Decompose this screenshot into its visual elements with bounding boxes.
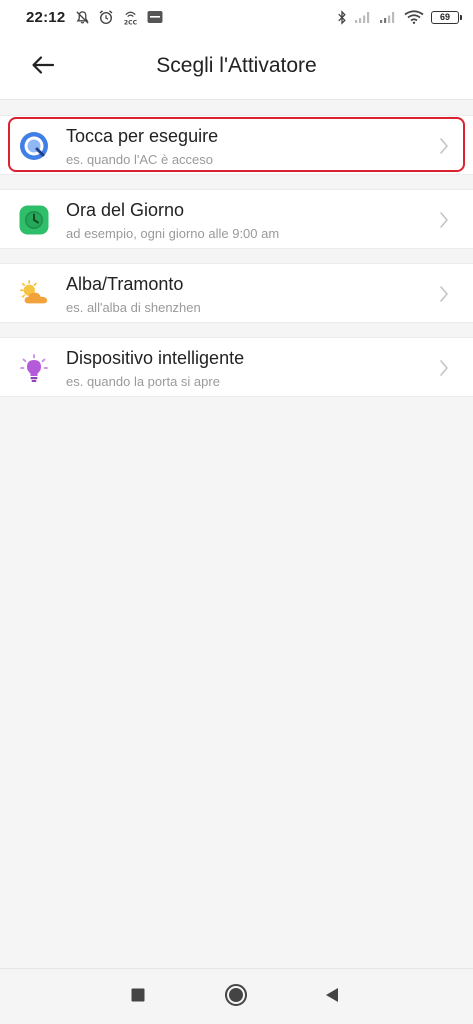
trigger-title: Ora del Giorno bbox=[66, 200, 185, 220]
chevron-right-icon bbox=[439, 359, 449, 377]
clock-icon bbox=[18, 204, 50, 236]
bluetooth-icon bbox=[337, 9, 347, 25]
recents-button[interactable] bbox=[124, 983, 152, 1011]
tap-to-run-icon bbox=[18, 130, 50, 162]
status-bar: 22:12 2CC 69 bbox=[0, 0, 473, 34]
chevron-right-icon bbox=[439, 211, 449, 229]
navigation-bar bbox=[0, 968, 473, 1024]
muted-bell-icon bbox=[75, 10, 90, 25]
home-button[interactable] bbox=[222, 983, 250, 1011]
trigger-subtitle: es. all'alba di shenzhen bbox=[66, 300, 201, 315]
hotspot-icon: 2CC bbox=[122, 9, 139, 26]
status-right-icons: 69 bbox=[337, 9, 462, 25]
recents-square-icon bbox=[130, 987, 146, 1008]
chevron-right-icon bbox=[439, 137, 449, 155]
home-circle-icon bbox=[224, 983, 248, 1012]
notification-app-icon bbox=[147, 10, 163, 24]
svg-text:2CC: 2CC bbox=[124, 19, 138, 25]
back-nav-button[interactable] bbox=[318, 983, 346, 1011]
trigger-subtitle: es. quando la porta si apre bbox=[66, 374, 220, 389]
lightbulb-icon bbox=[18, 352, 50, 384]
signal-icon bbox=[379, 11, 397, 24]
app-header: Scegli l'Attivatore bbox=[0, 34, 473, 100]
trigger-time-of-day[interactable]: Ora del Giorno ad esempio, ogni giorno a… bbox=[0, 189, 473, 249]
page-title: Scegli l'Attivatore bbox=[156, 54, 317, 77]
trigger-smart-device[interactable]: Dispositivo intelligente es. quando la p… bbox=[0, 337, 473, 397]
alarm-clock-icon bbox=[98, 9, 114, 25]
trigger-title: Dispositivo intelligente bbox=[66, 348, 245, 368]
signal-icon bbox=[354, 11, 372, 24]
trigger-subtitle: es. quando l'AC è acceso bbox=[66, 152, 214, 167]
trigger-sunrise-sunset[interactable]: Alba/Tramonto es. all'alba di shenzhen bbox=[0, 263, 473, 323]
status-left-icons: 2CC bbox=[75, 9, 163, 26]
trigger-tap-to-run[interactable]: Tocca per eseguire es. quando l'AC è acc… bbox=[0, 115, 473, 175]
chevron-right-icon bbox=[439, 285, 449, 303]
wifi-icon bbox=[404, 10, 424, 24]
battery-level: 69 bbox=[439, 12, 450, 22]
back-triangle-icon bbox=[323, 986, 341, 1009]
trigger-title: Tocca per eseguire bbox=[66, 126, 219, 146]
trigger-subtitle: ad esempio, ogni giorno alle 9:00 am bbox=[66, 226, 280, 241]
battery-icon: 69 bbox=[431, 10, 462, 24]
trigger-title: Alba/Tramonto bbox=[66, 274, 184, 294]
status-time: 22:12 bbox=[26, 8, 66, 26]
sun-cloud-icon bbox=[18, 278, 50, 310]
